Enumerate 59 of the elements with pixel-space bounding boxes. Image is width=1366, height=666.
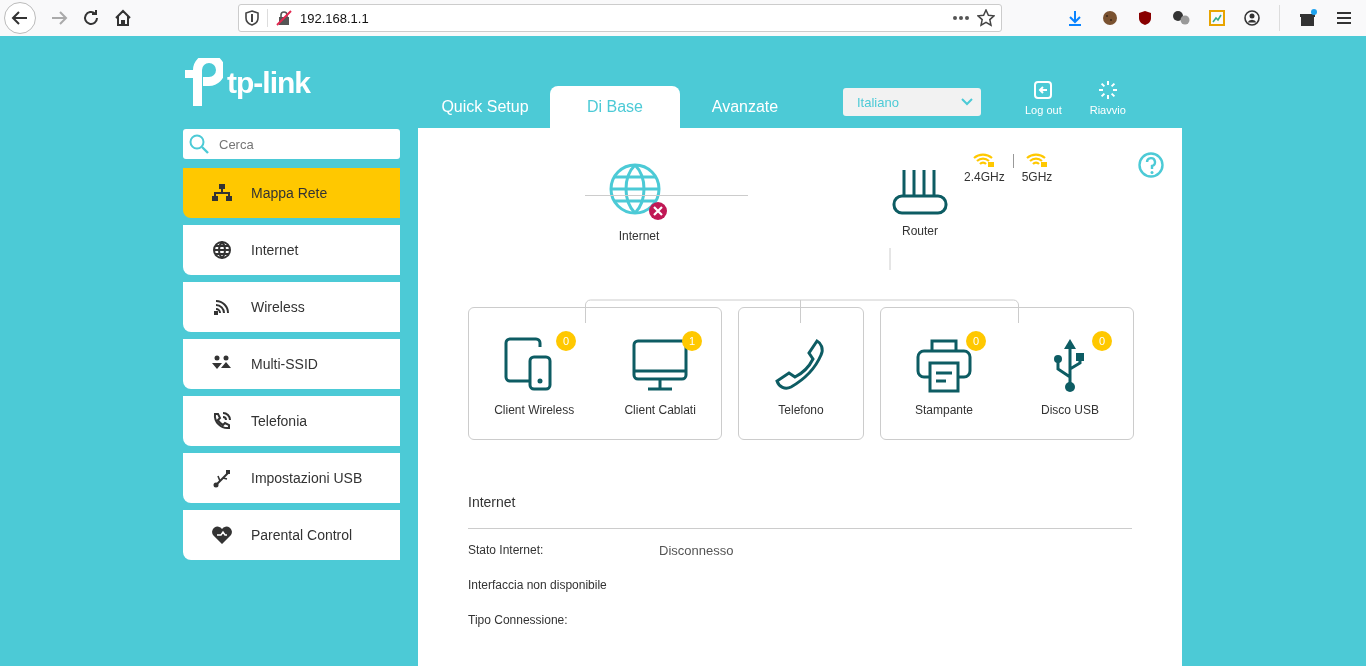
shield-extension-icon[interactable] [1137, 10, 1153, 26]
gift-icon[interactable] [1299, 9, 1317, 27]
account-icon[interactable] [1244, 10, 1260, 26]
logo-text: tp-link [227, 66, 310, 100]
device-label[interactable]: Client Cablati [624, 403, 696, 417]
search-field[interactable]: Cerca [183, 129, 400, 159]
chevron-icon [961, 98, 973, 106]
sidebar-item[interactable]: Mappa Rete [183, 168, 400, 218]
back-button[interactable] [4, 2, 36, 34]
device-label[interactable]: Stampante [914, 403, 973, 417]
count-badge: 0 [1092, 331, 1112, 351]
band-label: 5GHz [1021, 170, 1053, 184]
shield-icon [245, 10, 259, 26]
count-badge: 0 [556, 331, 577, 351]
sidebar-item[interactable]: Multi-SSID [183, 339, 400, 389]
count-badge: 0 [966, 331, 986, 351]
menu-icon[interactable] [1336, 11, 1352, 25]
more-icon[interactable] [953, 16, 969, 20]
internet-label: Internet [618, 229, 660, 243]
phone-icon [211, 411, 233, 431]
field-label: Tipo Connessione: [468, 613, 569, 627]
field-label: Interfaccia non disponibile [468, 578, 608, 592]
home-icon[interactable] [114, 9, 132, 27]
sidebar-item[interactable]: Telefonia [183, 396, 400, 446]
usb-icon [211, 468, 233, 488]
logo-icon [183, 58, 223, 108]
field-value: Disconnesso [659, 543, 734, 558]
monitor-icon[interactable] [630, 337, 691, 393]
reload-icon[interactable] [82, 9, 100, 27]
sidebar-item[interactable]: Internet [183, 225, 400, 275]
star-icon[interactable] [977, 9, 995, 27]
band-label: 2.4GHz [964, 170, 1005, 184]
download-icon[interactable] [1067, 10, 1083, 26]
router-icon[interactable] [892, 168, 948, 216]
search-icon [189, 134, 209, 154]
heart-icon [211, 525, 233, 545]
printer-icon[interactable] [914, 337, 974, 393]
field-label: Stato Internet: [468, 543, 545, 557]
address-bar[interactable]: 192.168.1.1 [238, 4, 1002, 32]
sidebar-item[interactable]: Wireless [183, 282, 400, 332]
sidebar-item[interactable]: Parental Control [183, 510, 400, 560]
back-arrow-icon [11, 9, 29, 27]
device-label[interactable]: Client Wireless [494, 403, 575, 417]
reboot-icon [1097, 80, 1118, 100]
device-label[interactable]: Disco USB [1041, 403, 1099, 417]
globe-icon [211, 240, 233, 260]
count-badge: 1 [682, 331, 703, 351]
globe-icon[interactable] [609, 163, 669, 223]
cookie-icon[interactable] [1102, 10, 1118, 26]
map-icon [211, 183, 233, 203]
picture-icon[interactable] [1209, 10, 1225, 26]
router-label: Router [902, 224, 938, 238]
device-label[interactable]: Telefono [778, 403, 824, 417]
section-title: Internet [468, 494, 1132, 529]
logout-icon [1033, 80, 1054, 100]
balls-icon[interactable] [1172, 10, 1190, 26]
url-text: 192.168.1.1 [300, 10, 369, 26]
insecure-lock-icon [276, 10, 292, 26]
sidebar-item[interactable]: Impostazioni USB [183, 453, 400, 503]
